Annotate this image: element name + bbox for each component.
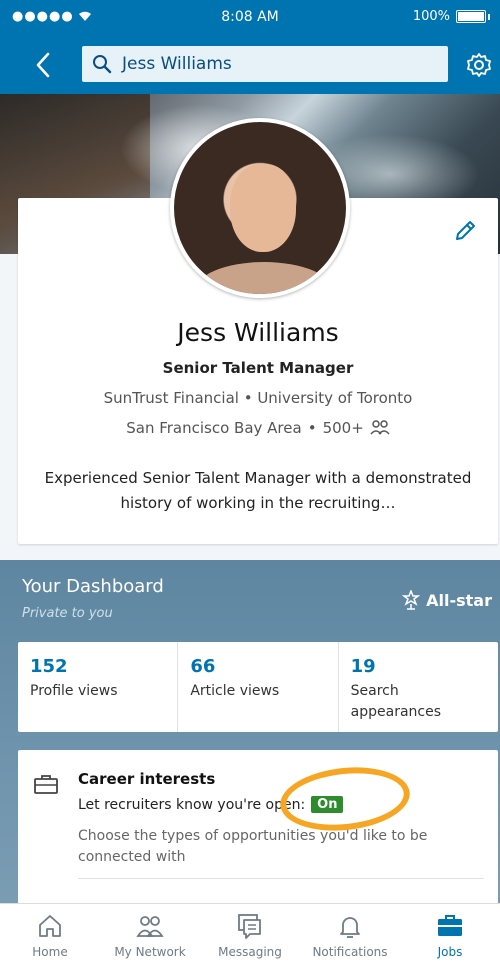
gear-icon[interactable] [466, 52, 492, 78]
stat-search-appearances[interactable]: 19 Search appearances [339, 642, 498, 732]
profile-headline: Senior Talent Manager [162, 359, 354, 377]
avatar-face [230, 164, 296, 252]
messaging-icon [238, 914, 261, 939]
battery-icon [456, 10, 486, 23]
profile-location: San Francisco Bay Area [126, 419, 302, 437]
avatar-shoulders [194, 262, 334, 294]
profile-location-row: San Francisco Bay Area • 500+ [18, 419, 498, 437]
connections-icon [370, 420, 390, 435]
stat-label: Search appearances [350, 683, 442, 720]
tab-notifications[interactable]: Notifications [300, 904, 400, 963]
divider [78, 878, 484, 879]
stat-profile-views[interactable]: 152 Profile views [18, 642, 179, 732]
tab-my-network[interactable]: My Network [100, 904, 200, 963]
tab-label: Jobs [437, 945, 463, 959]
tab-label: My Network [114, 945, 186, 959]
allstar-label: All-star [426, 590, 492, 610]
tab-label: Home [32, 945, 68, 959]
career-interests-card[interactable]: Career interests Let recruiters know you… [18, 750, 498, 905]
bell-icon [340, 917, 360, 938]
briefcase-icon [34, 775, 58, 794]
separator-dot: • [307, 419, 317, 437]
stat-label: Article views [190, 683, 280, 699]
search-icon [93, 55, 112, 74]
dashboard-subtitle: Private to you [22, 606, 113, 621]
stats-row: 152 Profile views 66 Article views 19 Se… [18, 642, 498, 732]
profile-name: Jess Williams [177, 318, 339, 347]
tab-label: Notifications [312, 945, 388, 959]
profile-org: SunTrust Financial • University of Toron… [103, 389, 413, 407]
stat-value: 19 [350, 656, 376, 677]
open-to-recruiters-label: Let recruiters know you're open: [78, 796, 306, 813]
battery-tip [488, 13, 490, 20]
stat-value: 66 [190, 656, 216, 677]
home-icon [39, 915, 61, 937]
dashboard: Your Dashboard Private to you All-star 1… [0, 560, 500, 905]
battery-indicator: 100% [413, 9, 490, 24]
battery-percent: 100% [412, 9, 450, 24]
allstar-icon [402, 590, 421, 610]
stat-value: 152 [30, 656, 68, 677]
avatar[interactable] [170, 118, 350, 298]
tab-label: Messaging [218, 945, 282, 959]
stat-article-views[interactable]: 66 Article views [178, 642, 339, 732]
network-icon [136, 916, 164, 937]
tab-messaging[interactable]: Messaging [200, 904, 300, 963]
career-interests-title: Career interests [78, 770, 216, 788]
pencil-icon[interactable] [452, 218, 478, 244]
tab-bar: Home My Network Messaging Notifications [0, 903, 500, 963]
dashboard-title: Your Dashboard [22, 576, 164, 597]
search-query: Jess Williams [122, 54, 232, 74]
search-input[interactable]: Jess Williams [82, 46, 448, 82]
career-interests-description: Choose the types of opportunities you'd … [78, 828, 428, 865]
briefcase-icon [438, 915, 462, 936]
connections-count[interactable]: 500+ [323, 419, 364, 437]
profile-summary[interactable]: Experienced Senior Talent Manager with a… [30, 466, 486, 516]
status-bar: ●●●●● 8:08 AM 100% [0, 0, 500, 36]
back-icon[interactable] [28, 48, 60, 82]
tab-home[interactable]: Home [0, 904, 100, 963]
tab-jobs[interactable]: Jobs [400, 904, 500, 963]
allstar-badge[interactable]: All-star [402, 590, 492, 610]
stat-label: Profile views [30, 683, 118, 699]
nav-bar: Jess Williams [0, 36, 500, 94]
